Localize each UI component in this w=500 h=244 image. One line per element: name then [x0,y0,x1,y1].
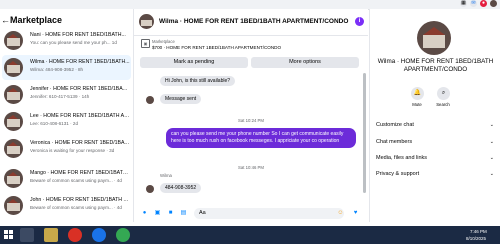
profile-avatar[interactable] [490,0,497,7]
clock-time[interactable]: 7:46 PM [470,229,487,234]
message-input[interactable]: Aa [194,208,344,219]
conversation-item-wilma[interactable]: Wilma · HOME FOR RENT 1BED/1BATH... Wilm… [2,55,131,80]
message-bubble-incoming: Message sent [160,94,202,104]
avatar [4,31,23,50]
timestamp: Sat 10:24 PM [237,118,265,123]
avatar [146,96,154,104]
contact-name: Wilma · HOME FOR RENT 1BED/1BATH APARTME… [377,58,494,73]
sender-name: Wilma [160,173,172,178]
emoji-icon[interactable]: ☺ [337,210,344,217]
sticker-icon[interactable]: ■ [167,210,174,217]
conversation-preview: Veronica is waiting for your response · … [30,148,115,153]
conversation-item-jennifer[interactable]: Jennifer · HOME FOR RENT 1BED/1BATH... J… [2,82,131,107]
conversation-item-nani[interactable]: Nani · HOME FOR RENT 1BED/1BATH... You: … [2,28,131,53]
chevron-down-icon: ⌄ [489,139,494,145]
clock-date[interactable]: 8/10/2025 [466,236,486,241]
conversation-name: Mango · HOME FOR RENT 1BED/1BATH... [30,170,130,176]
message-bubble-incoming: Hi John, is this still available? [160,76,236,86]
conversation-name: John · HOME FOR RENT 1BED/1BATH AP... [30,197,130,203]
avatar [4,139,23,158]
section-customize-chat[interactable]: Customize chat ⌄ [376,122,494,131]
section-label: Media, files and links [376,155,428,161]
conversation-preview: Beware of common scams using paym... · 4… [30,205,122,210]
conversation-preview: Beware of common scams using paym... · 4… [30,178,122,183]
section-privacy-support[interactable]: Privacy & support ⌄ [376,171,494,180]
conversation-item-mango[interactable]: Mango · HOME FOR RENT 1BED/1BATH... Bewa… [2,166,131,191]
messenger-icon[interactable]: ✉ [470,0,477,7]
microphone-icon[interactable]: ● [141,210,148,217]
conversation-info-panel: Wilma · HOME FOR RENT 1BED/1BATH APARTME… [369,9,500,222]
chat-panel: Wilma · HOME FOR RENT 1BED/1BATH APARTME… [134,9,368,222]
avatar [4,169,23,188]
conversation-item-john[interactable]: John · HOME FOR RENT 1BED/1BATH AP... Be… [2,193,131,218]
conversation-name: Veronica · HOME FOR RENT 1BED/1BATH... [30,140,130,146]
back-arrow-icon[interactable]: ← [1,15,10,25]
message-list: Hi John, is this still available? Messag… [134,71,368,203]
message-bubble-outgoing: can you please send me your phone number… [166,128,356,148]
like-icon[interactable]: ♥ [352,210,359,217]
avatar [4,196,23,215]
mark-as-pending-button[interactable]: Mark as pending [140,57,248,68]
menu-grid-icon[interactable]: ▦ [460,0,467,7]
conversation-preview: Wilma: 484-908-3952 · 8h [30,67,84,72]
conversation-preview: Jennifer: 610-417-5139 · 14h [30,94,90,99]
sidebar-title: Marketplace [10,15,63,25]
chevron-down-icon: ⌄ [489,171,494,177]
message-composer: ● ▣ ■ ▤ Aa ☺ ♥ [134,205,368,222]
chrome-profile-2-icon[interactable] [116,228,130,242]
chrome-icon[interactable] [68,228,82,242]
conversation-preview: You: can you please send me your ph... 1… [30,40,117,45]
chat-header: Wilma · HOME FOR RENT 1BED/1BATH APARTME… [134,9,368,36]
section-media-files-links[interactable]: Media, files and links ⌄ [376,155,494,164]
marketplace-label: Marketplace [152,39,175,44]
section-label: Chat members [376,139,413,145]
section-label: Customize chat [376,122,414,128]
gif-icon[interactable]: ▤ [180,210,187,217]
chat-title[interactable]: Wilma · HOME FOR RENT 1BED/1BATH APARTME… [159,18,348,25]
more-options-button[interactable]: More options [251,57,359,68]
mute-icon[interactable]: 🔔 [411,87,424,100]
avatar [4,85,23,104]
search-taskbar-icon[interactable] [20,228,34,242]
conversation-sidebar: ← Marketplace Nani · HOME FOR RENT 1BED/… [0,9,134,222]
conversation-item-lee[interactable]: Lee · HOME FOR RENT 1BED/1BATH APA... Le… [2,109,131,134]
search-icon[interactable]: ⌕ [437,87,450,100]
section-label: Privacy & support [376,171,420,177]
chevron-down-icon: ⌄ [489,155,494,161]
listing-summary[interactable]: $700 · HOME FOR RENT 1BED/1BATH APARTMEN… [152,45,281,50]
conversation-name: Nani · HOME FOR RENT 1BED/1BATH... [30,32,126,38]
conversation-preview: Lee: 610-408-6131 · 2d [30,121,79,126]
search-label: Search [436,102,450,107]
conversation-name: Wilma · HOME FOR RENT 1BED/1BATH... [30,59,130,65]
conversation-name: Lee · HOME FOR RENT 1BED/1BATH APA... [30,113,130,119]
avatar [4,58,23,77]
windows-start-icon[interactable] [4,230,13,239]
conversation-name: Jennifer · HOME FOR RENT 1BED/1BATH... [30,86,130,92]
mute-label: Mute [412,102,422,107]
taskbar: 7:46 PM 8/10/2025 [0,226,500,244]
scrollbar[interactable] [363,73,366,193]
file-explorer-icon[interactable] [44,228,58,242]
chevron-down-icon: ⌄ [489,122,494,128]
section-chat-members[interactable]: Chat members ⌄ [376,139,494,148]
avatar[interactable] [139,14,154,29]
avatar [4,112,23,131]
avatar [417,21,451,55]
avatar [146,185,154,193]
marketplace-icon: ▣ [141,39,150,48]
timestamp: Sat 10:46 PM [237,165,265,170]
message-bubble-incoming: 484-908-3952 [160,183,202,193]
info-icon[interactable]: i [355,17,364,26]
image-icon[interactable]: ▣ [154,210,161,217]
notifications-icon[interactable]: ● [480,0,487,7]
chrome-profile-icon[interactable] [92,228,106,242]
conversation-item-veronica[interactable]: Veronica · HOME FOR RENT 1BED/1BATH... V… [2,136,131,161]
